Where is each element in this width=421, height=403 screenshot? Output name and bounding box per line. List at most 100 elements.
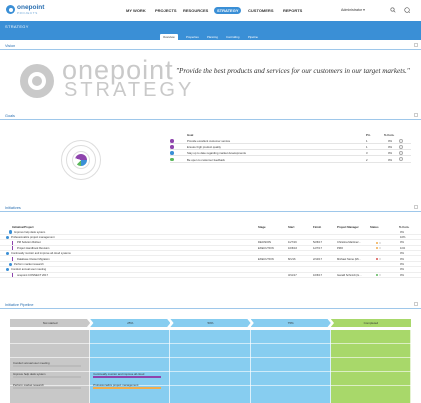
goal-priority: 3 [366, 151, 368, 156]
goal-row[interactable]: Stay up to date regarding market develop… [170, 150, 411, 157]
status-indicator [376, 241, 378, 244]
tab-pipeline[interactable]: Pipeline [245, 34, 261, 40]
initiative-name[interactable]: onepoint CONNECT 2017 [17, 274, 48, 277]
initiative-name[interactable]: Perform market research [14, 263, 44, 266]
goal-row[interactable]: Provide excellent customer service 1 0% [170, 138, 411, 144]
goals-pie [75, 154, 87, 166]
goals-col-priority: Pri. [366, 133, 371, 137]
pipeline-row-divider [10, 385, 411, 386]
tab-overview[interactable]: Overview [160, 34, 178, 40]
brand-subtitle: PROJECTS [17, 10, 38, 15]
pipeline-stage-label: 50% [207, 321, 214, 326]
vision-statement: "Provide the best products and services … [176, 67, 410, 75]
initiative-finish: 5/26/17 [313, 241, 322, 245]
initiative-name[interactable]: Conduct annual user meeting [11, 268, 46, 271]
initiative-name[interactable]: Database Cluster Migration [17, 258, 50, 261]
help-icon[interactable] [404, 7, 411, 14]
goal-priority: 1 [366, 145, 368, 150]
project-icon [12, 246, 13, 250]
pipeline-card-bar [93, 387, 162, 389]
status-indicator [376, 247, 378, 250]
nav-item-projects[interactable]: PROJECTS [155, 8, 177, 13]
goal-check-icon[interactable] [399, 138, 403, 143]
initiative-complete: 0% [400, 273, 404, 277]
col-stage[interactable]: Stage [258, 225, 266, 229]
initiative-name[interactable]: Continually monitor and improve all clou… [11, 252, 71, 255]
goal-label: Be open to customer feedback [187, 157, 225, 162]
initiative-complete: 0% [400, 262, 404, 266]
goal-label: Provide excellent customer service [187, 139, 231, 143]
goal-complete: 0% [388, 151, 393, 156]
col-complete[interactable]: % Com. [399, 225, 409, 229]
initiative-finish: 10/6/17 [313, 273, 322, 277]
status-indicator [376, 258, 378, 261]
initiatives-title: Initiatives [5, 205, 21, 210]
initiative-complete: 0% [400, 268, 404, 272]
initiative-name[interactable]: Improve help desk system [14, 231, 45, 234]
pipeline-card-bar [13, 365, 82, 367]
initiative-name[interactable]: Project Handbook Revision [17, 247, 49, 250]
goal-check-icon[interactable] [399, 144, 403, 149]
status-indicator [379, 247, 381, 250]
nav-item-reports[interactable]: REPORTS [283, 8, 302, 13]
goal-priority: 1 [366, 139, 368, 143]
initiative-stage: DECISION [258, 241, 271, 245]
user-menu[interactable]: Administrator ▾ [341, 8, 365, 12]
expand-icon[interactable] [414, 205, 418, 209]
goal-label: Stay up to date regarding market develop… [187, 151, 246, 156]
pipeline-row-divider [10, 371, 411, 372]
pipeline-card-bar [13, 387, 82, 389]
col-finish[interactable]: Finish [313, 225, 321, 229]
goals-col-complete: % Com. [384, 133, 395, 137]
pipeline-card-bar [93, 376, 162, 378]
initiative-name[interactable]: PM Solution Rollout [17, 241, 41, 244]
goal-check-icon[interactable] [399, 157, 403, 162]
tab-planning[interactable]: Planning [204, 34, 221, 40]
expand-icon[interactable] [414, 113, 418, 117]
initiative-start: 11/7/16 [288, 241, 297, 245]
expand-icon[interactable] [414, 302, 418, 306]
col-pm[interactable]: Project Manager [337, 225, 359, 229]
nav-item-strategy[interactable]: STRATEGY [214, 7, 242, 14]
expand-icon[interactable] [414, 43, 418, 47]
tab-properties[interactable]: Properties [183, 34, 202, 40]
pipeline-column [90, 330, 171, 403]
tab-controlling[interactable]: Controlling [223, 34, 242, 40]
initiative-row[interactable]: onepoint CONNECT 2017 3/11/17 10/6/17 Geral… [0, 273, 421, 278]
initiative-complete: 0% [400, 230, 404, 234]
goals-col-goal: Goal [187, 133, 194, 137]
initiative-pm: Michael Stone (Mi... [337, 257, 361, 261]
pipeline-stage-header: 75% [250, 319, 331, 327]
project-icon [12, 241, 13, 245]
initiative-pm: Gerald Schmidt (G... [337, 273, 362, 277]
initiative-stage: EXECUTION [258, 246, 274, 250]
initiative-icon [6, 251, 10, 256]
goal-priority: 2 [366, 157, 368, 162]
vision-title: Vision [5, 43, 16, 48]
pipeline-section-header: Initiative Pipeline [0, 300, 421, 309]
goal-check-icon[interactable] [399, 151, 403, 156]
nav-item-customers[interactable]: CUSTOMERS [248, 8, 273, 13]
pipeline-row-divider [10, 357, 411, 358]
pipeline-card-bar [13, 376, 82, 378]
goal-color-icon [170, 139, 174, 143]
goal-row[interactable]: Be open to customer feedback 2 0% [170, 157, 411, 163]
nav-item-resources[interactable]: RESOURCES [183, 8, 208, 13]
initiative-name[interactable]: Professionalize project management [11, 236, 54, 239]
col-initiative[interactable]: Initiative/Project [12, 225, 34, 229]
status-indicator [379, 274, 381, 277]
col-start[interactable]: Start [288, 225, 294, 229]
goal-row[interactable]: Ensure high product quality 1 0% [170, 144, 411, 151]
vision-section-header: Vision [0, 41, 421, 50]
col-status[interactable]: Status [370, 225, 379, 229]
initiative-complete: 0% [400, 241, 404, 245]
goals-section-header: Goals [0, 111, 421, 120]
strategy-header-bar: STRATEGY Overview Properties Planning Co… [0, 21, 421, 40]
search-icon[interactable] [390, 7, 396, 13]
pipeline-stage-label: Completed [363, 321, 379, 326]
pipeline-title: Initiative Pipeline [5, 302, 34, 307]
goal-color-icon [170, 151, 174, 155]
initiative-icon [6, 268, 10, 272]
initiative-start: 8/1/16 [288, 257, 296, 261]
nav-item-my-work[interactable]: MY WORK [126, 8, 146, 13]
